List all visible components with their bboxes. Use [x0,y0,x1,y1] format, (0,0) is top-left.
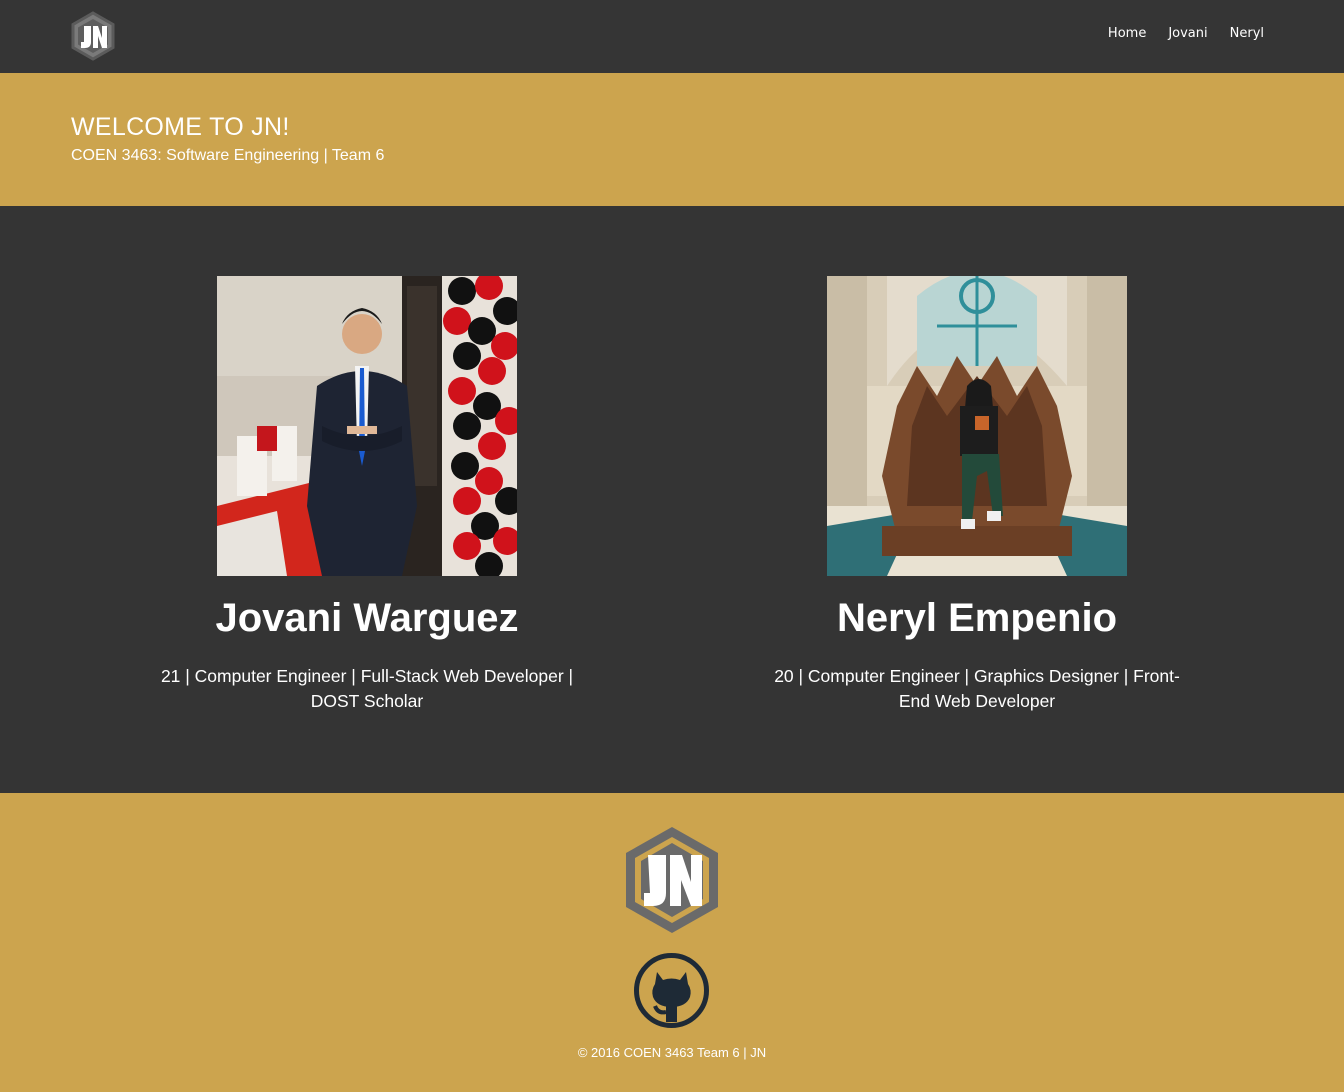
navbar: Home Jovani Neryl [0,0,1344,73]
nav-links: Home Jovani Neryl [1108,26,1264,41]
page-title: WELCOME TO JN! [71,113,290,141]
nav-link-jovani[interactable]: Jovani [1168,26,1207,41]
team-section: Jovani Warguez 21 | Computer Engineer | … [0,206,1344,793]
page-subtitle: COEN 3463: Software Engineering | Team 6 [71,147,385,164]
profile-description-neryl: 20 | Computer Engineer | Graphics Design… [774,666,1180,711]
footer: © 2016 COEN 3463 Team 6 | JN [0,793,1344,1092]
nav-link-home[interactable]: Home [1108,26,1146,41]
profile-photo-neryl [827,276,1127,576]
header-band: WELCOME TO JN! COEN 3463: Software Engin… [0,73,1344,206]
jn-logo-icon[interactable] [620,823,724,937]
github-icon[interactable] [633,952,710,1029]
jn-logo-icon[interactable] [70,11,116,61]
copyright-text: © 2016 COEN 3463 Team 6 | JN [577,1045,767,1060]
profile-card-jovani: Jovani Warguez 21 | Computer Engineer | … [147,276,587,714]
profile-card-neryl: Neryl Empenio 20 | Computer Engineer | G… [757,276,1197,714]
profile-description-jovani: 21 | Computer Engineer | Full-Stack Web … [160,666,574,711]
profile-name-neryl: Neryl Empenio [836,596,1118,640]
profile-photo-jovani [217,276,517,576]
profile-name-jovani: Jovani Warguez [215,596,519,640]
nav-link-neryl[interactable]: Neryl [1230,26,1264,41]
